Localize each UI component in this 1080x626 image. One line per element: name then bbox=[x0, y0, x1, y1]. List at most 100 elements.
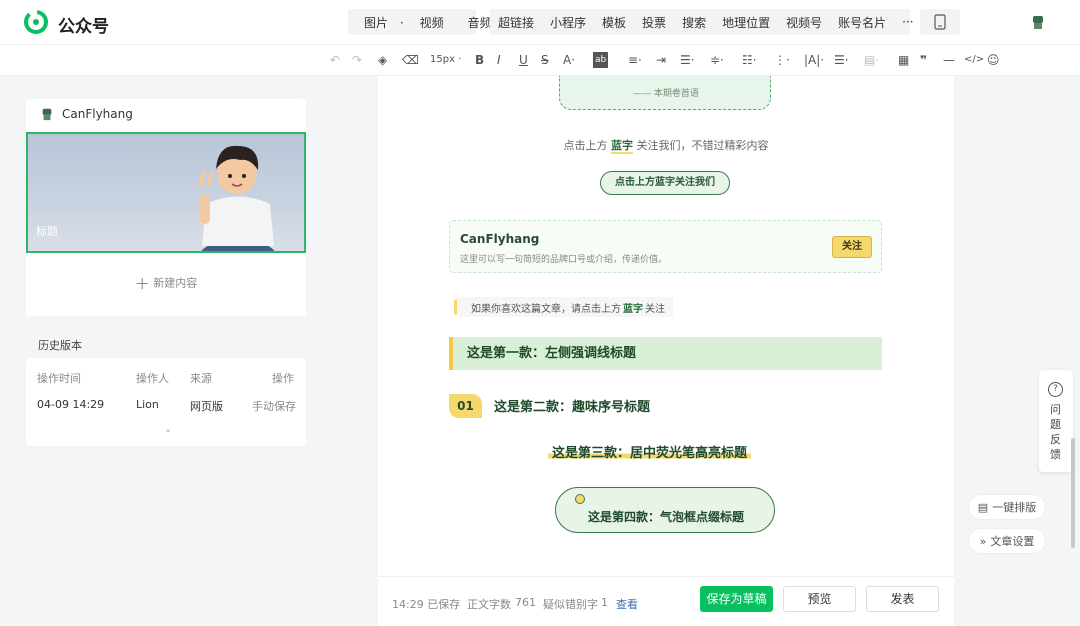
double-chevron-icon: » bbox=[979, 534, 987, 548]
indent-icon[interactable]: ⇥ bbox=[656, 52, 666, 68]
save-status: 14:29 已保存 bbox=[392, 598, 461, 611]
history-source: 网页版 bbox=[190, 400, 223, 413]
word-count: 761 bbox=[515, 596, 536, 609]
divider-icon[interactable]: — bbox=[943, 52, 955, 68]
history-time: 04-09 14:29 bbox=[37, 398, 105, 411]
font-size-select[interactable]: 15px · bbox=[430, 52, 461, 68]
brand-desc: 这里可以写一句简短的品牌口号或介绍，传递价值。 bbox=[460, 255, 668, 265]
outdent-icon[interactable]: ▤· bbox=[864, 52, 879, 68]
history-label: 历史版本 bbox=[38, 339, 82, 352]
account-avatar bbox=[42, 108, 52, 121]
undo-icon[interactable]: ↶ bbox=[330, 52, 340, 68]
menu-video[interactable]: 视频 bbox=[412, 14, 452, 31]
menu-search[interactable]: 搜索 bbox=[674, 14, 714, 31]
mobile-preview-button[interactable] bbox=[920, 9, 960, 35]
article-list-card: CanFlyhang 标题 ＋ 新建内容 bbox=[26, 99, 306, 316]
logo-icon bbox=[24, 10, 48, 34]
background-color-icon[interactable]: ab bbox=[593, 52, 609, 68]
code-icon[interactable]: </> bbox=[964, 52, 984, 68]
format-brush-icon[interactable]: ◈ bbox=[378, 52, 387, 68]
article-cover[interactable]: 标题 bbox=[26, 132, 306, 253]
typo-label: 疑似错别字 bbox=[543, 598, 598, 611]
account-header: CanFlyhang bbox=[40, 107, 133, 121]
menu-vote[interactable]: 投票 bbox=[634, 14, 674, 31]
article-settings-button[interactable]: » 文章设置 bbox=[968, 528, 1046, 554]
heading-style-2-number: 01 bbox=[449, 394, 482, 418]
cover-character-illustration bbox=[198, 145, 275, 251]
heading-style-4-text: 这是第四款：气泡框点缀标题 bbox=[587, 510, 744, 524]
bubble-dot bbox=[575, 494, 585, 504]
brand-card: CanFlyhang 这里可以写一句简短的品牌口号或介绍，传递价值。 关注 bbox=[449, 220, 882, 273]
editor-canvas[interactable]: —— 本期卷首语 点击上方 蓝字 关注我们，不错过精彩内容 点击上方蓝字关注我们… bbox=[378, 76, 954, 626]
align-icon[interactable]: ≡· bbox=[628, 52, 642, 68]
phone-icon bbox=[934, 14, 946, 30]
account-name: CanFlyhang bbox=[62, 107, 133, 121]
cover-title: 标题 bbox=[36, 225, 58, 238]
menu-image[interactable]: 图片 · bbox=[348, 14, 412, 31]
user-avatar[interactable] bbox=[1030, 14, 1046, 30]
line-height-icon[interactable]: ☷· bbox=[742, 52, 757, 68]
menu-miniprogram[interactable]: 小程序 bbox=[542, 14, 594, 31]
app-brand: 公众号 bbox=[58, 17, 109, 37]
heading-style-2: 这是第二款：趣味序号标题 bbox=[494, 400, 651, 415]
brand-follow-button: 关注 bbox=[832, 236, 872, 258]
editor-footer: 14:29 已保存 正文字数 761 疑似错别字 1 查看 保存为草稿 预览 发… bbox=[378, 576, 954, 626]
history-operator: Lion bbox=[136, 398, 159, 411]
insert-menu: 超链接 小程序 模板 投票 搜索 地理位置 视频号 账号名片 ··· bbox=[490, 9, 914, 35]
history-card: 操作时间 操作人 来源 操作 04-09 14:29 Lion 网页版 手动保存… bbox=[26, 358, 306, 446]
publish-button[interactable]: 发表 bbox=[866, 586, 939, 612]
follow-line: 点击上方 蓝字 关注我们，不错过精彩内容 bbox=[563, 139, 769, 154]
bullet-list-icon[interactable]: ☰· bbox=[834, 52, 849, 68]
menu-account-card[interactable]: 账号名片 bbox=[830, 14, 894, 31]
follow-pill: 点击上方蓝字关注我们 bbox=[600, 171, 730, 195]
top-bar: 公众号 图片 · 视频 音频 · 超链接 小程序 模板 投票 搜索 地理位置 视… bbox=[0, 0, 1080, 44]
list-icon[interactable]: ⋮· bbox=[774, 52, 790, 68]
typo-count: 1 bbox=[601, 596, 608, 609]
like-line: 如果你喜欢这篇文章，请点击上方 蓝字 关注 bbox=[454, 297, 673, 317]
center-align-icon[interactable]: ☰· bbox=[680, 52, 695, 68]
underline-icon[interactable]: U bbox=[519, 52, 528, 68]
table-icon[interactable]: ▦ bbox=[898, 52, 909, 68]
menu-link[interactable]: 超链接 bbox=[490, 14, 542, 31]
plus-icon: ＋ bbox=[134, 275, 150, 293]
scrollbar[interactable] bbox=[1071, 438, 1075, 548]
quote-icon[interactable]: ❞ bbox=[920, 52, 927, 68]
menu-more[interactable]: ··· bbox=[894, 15, 921, 29]
col-action: 操作 bbox=[272, 372, 294, 385]
col-time: 操作时间 bbox=[37, 372, 81, 385]
heading-style-4: 这是第四款：气泡框点缀标题 bbox=[555, 487, 775, 533]
heading-style-1: 这是第一款：左侧强调线标题 bbox=[449, 337, 882, 370]
format-icon: ▤ bbox=[977, 500, 989, 514]
feedback-button[interactable]: ? 问题反馈 bbox=[1039, 370, 1073, 472]
font-color-icon[interactable]: A· bbox=[563, 52, 575, 68]
preview-button[interactable]: 预览 bbox=[783, 586, 856, 612]
menu-template[interactable]: 模板 bbox=[594, 14, 634, 31]
like-line-bar bbox=[454, 300, 457, 314]
menu-channels[interactable]: 视频号 bbox=[778, 14, 830, 31]
strikethrough-icon[interactable]: S bbox=[541, 52, 549, 68]
emoji-icon[interactable]: ☺ bbox=[987, 52, 1000, 68]
quote-caption: —— 本期卷首语 bbox=[633, 89, 699, 99]
italic-icon[interactable]: I bbox=[497, 52, 501, 68]
redo-icon[interactable]: ↷ bbox=[352, 52, 362, 68]
feedback-label: 问题反馈 bbox=[1050, 403, 1061, 461]
new-content-button[interactable]: ＋ 新建内容 bbox=[26, 273, 306, 294]
question-icon: ? bbox=[1048, 382, 1063, 397]
letter-spacing-icon[interactable]: |A|· bbox=[804, 52, 824, 68]
clear-format-icon[interactable]: ⌫ bbox=[402, 52, 419, 68]
menu-location[interactable]: 地理位置 bbox=[714, 14, 778, 31]
bold-icon[interactable]: B bbox=[475, 52, 484, 68]
chevron-down-icon[interactable]: ⌄ bbox=[164, 424, 172, 435]
view-typos-link[interactable]: 查看 bbox=[616, 596, 638, 612]
one-click-format-button[interactable]: ▤ 一键排版 bbox=[968, 494, 1046, 520]
col-source: 来源 bbox=[190, 372, 212, 385]
history-action[interactable]: 手动保存 bbox=[252, 398, 296, 414]
paragraph-spacing-icon[interactable]: ≑· bbox=[710, 52, 724, 68]
heading-style-3: 这是第三款：居中荧光笔高亮标题 bbox=[548, 442, 752, 461]
media-menu: 图片 · 视频 音频 · bbox=[348, 9, 507, 35]
word-count-label: 正文字数 bbox=[467, 598, 511, 611]
save-draft-button[interactable]: 保存为草稿 bbox=[700, 586, 773, 612]
col-operator: 操作人 bbox=[136, 372, 169, 385]
brand-name: CanFlyhang bbox=[460, 232, 540, 246]
quote-box: —— 本期卷首语 bbox=[559, 76, 771, 110]
